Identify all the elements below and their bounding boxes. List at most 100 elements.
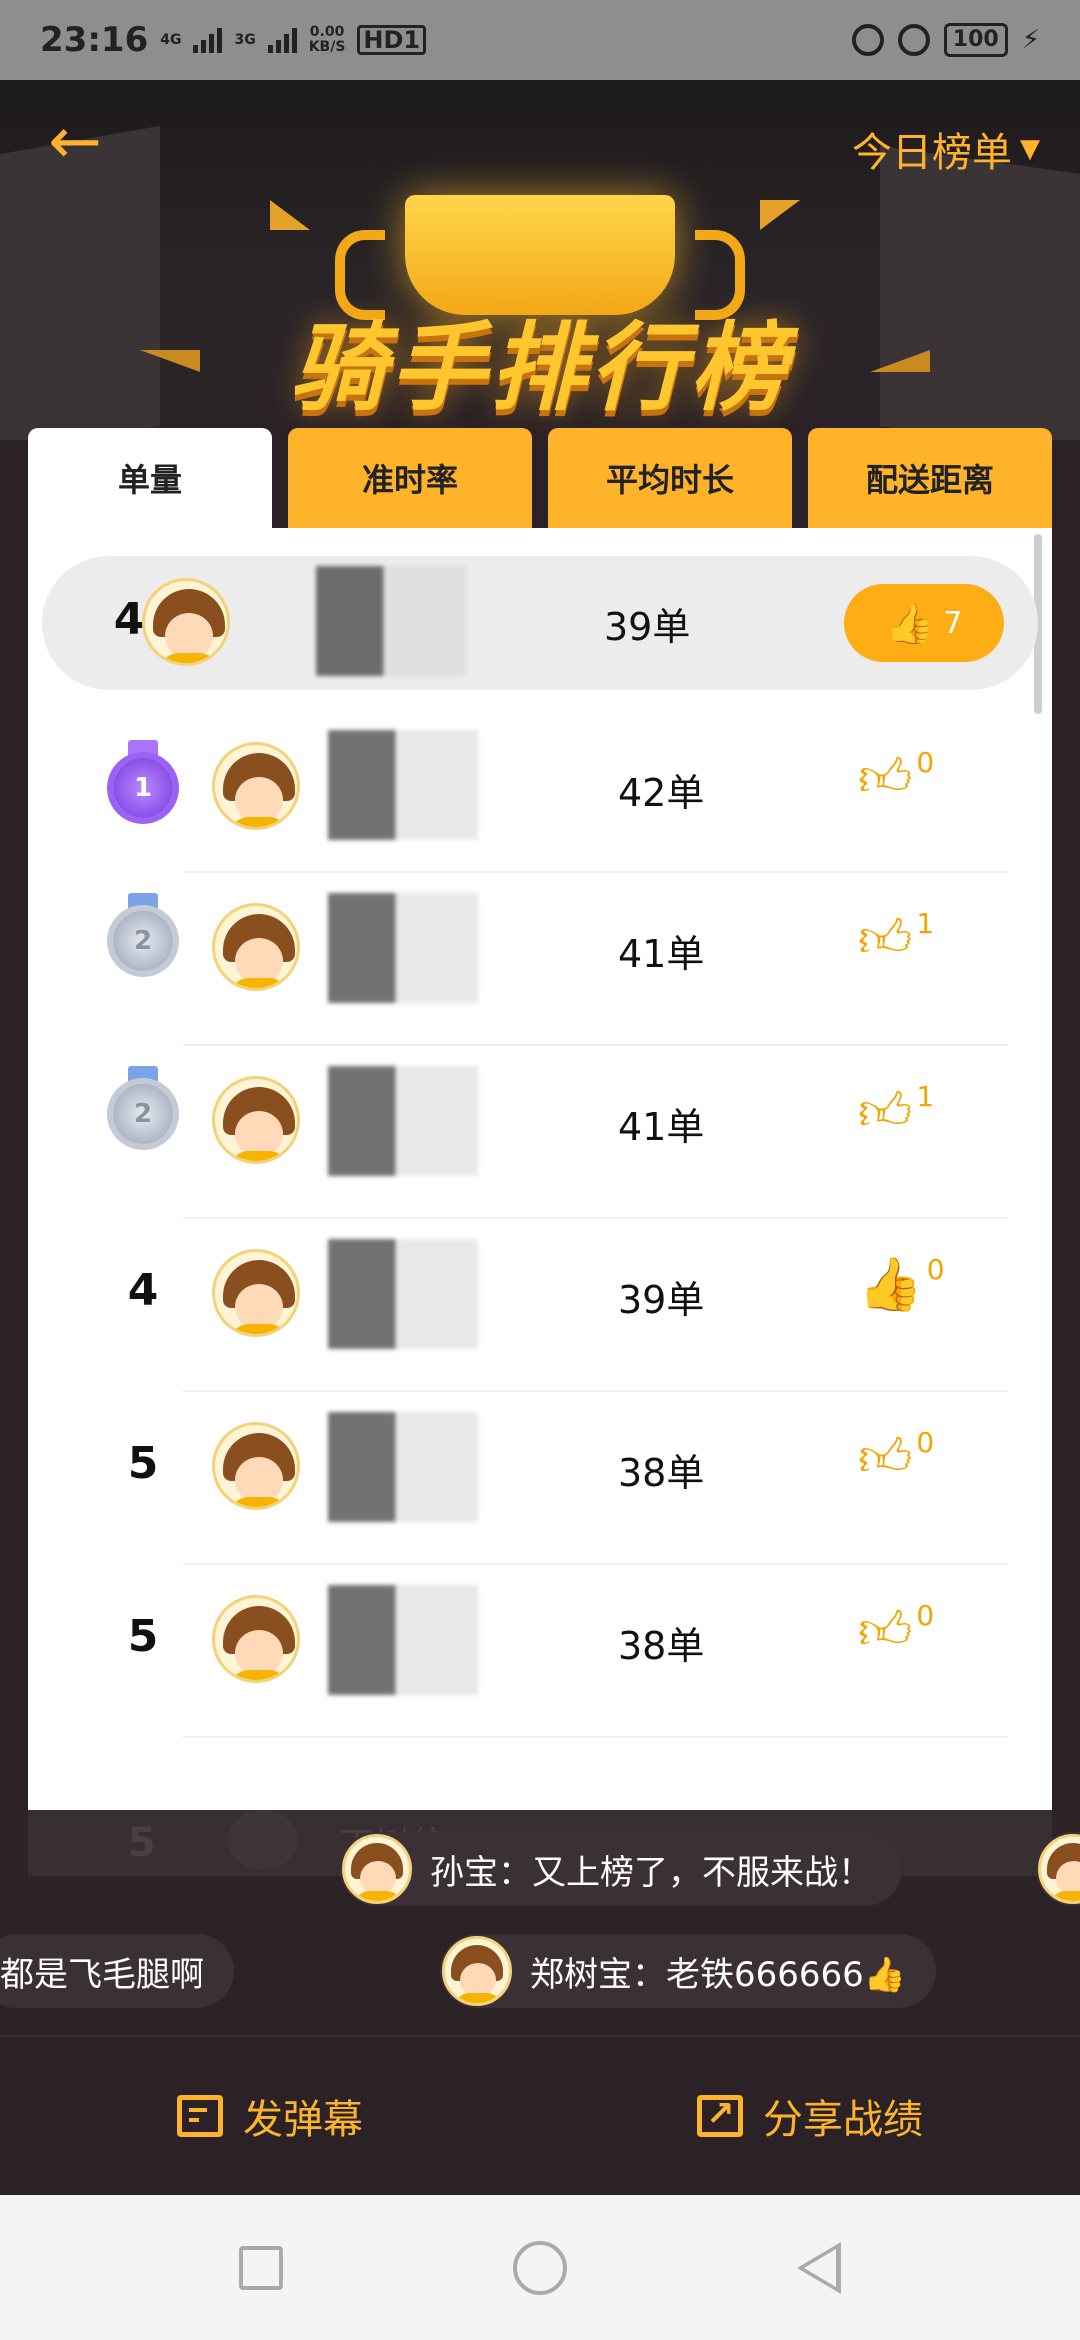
share-icon (697, 2094, 743, 2137)
list-item: 5 38单 👍︎ 0 (28, 1565, 1052, 1738)
like-button[interactable]: 👍 0 (858, 1255, 945, 1325)
rank-number: 5 (128, 1820, 156, 1866)
status-right: 100 ⚡ (851, 23, 1040, 57)
like-button[interactable]: 👍 7 (844, 584, 1004, 662)
list-item: 2 41单 👍︎ 1 (28, 1046, 1052, 1219)
medal-icon: 2 (110, 893, 176, 981)
home-button[interactable] (513, 2240, 567, 2295)
network-speed-unit: KB/S (308, 39, 346, 55)
rider-name-redacted (316, 566, 466, 676)
like-button[interactable]: 👍︎ 1 (858, 909, 934, 979)
leaderboard-header: ← 今日榜单 ▼ 骑手排行榜 (0, 80, 1080, 440)
avatar (212, 1422, 300, 1510)
danmaku-text: 孙宝：又上榜了，不服来战！ (430, 1852, 872, 1893)
danmaku-bubble: 都是飞毛腿啊 (0, 1934, 234, 2008)
avatar (342, 1834, 412, 1904)
medal-number: 1 (113, 758, 173, 818)
hd-icon: HD1 (357, 25, 427, 55)
rider-name-redacted (328, 1412, 478, 1522)
rider-name-redacted (328, 1585, 478, 1695)
charging-icon: ⚡ (1021, 25, 1040, 55)
order-count: 41单 (618, 932, 705, 976)
thumbs-up-icon: 👍 (885, 600, 936, 647)
signal-icon-2 (267, 27, 297, 53)
rider-name-redacted (328, 730, 478, 840)
danmaku-text: 都是飞毛腿啊 (0, 1954, 204, 1995)
network-speed: 0.00 KB/S (309, 25, 346, 55)
like-count: 7 (943, 605, 963, 641)
avatar (212, 1076, 300, 1164)
network-4g-label: 4G (160, 31, 182, 48)
order-count: 42单 (618, 771, 705, 815)
like-count: 1 (916, 1080, 935, 1113)
message-icon (177, 2095, 223, 2137)
avatar (228, 1810, 298, 1870)
tab-order-count[interactable]: 单量 (28, 428, 272, 528)
thumbs-up-outline-icon: 👍︎ (858, 1082, 913, 1142)
list-item: 5 38单 👍︎ 0 (28, 1392, 1052, 1565)
like-count: 0 (916, 746, 935, 779)
gold-shard (760, 200, 800, 230)
ranking-list[interactable]: 4 39单 👍 7 1 42单 👍︎ 0 2 41单 👍︎ 1 2 41单 👍︎… (28, 528, 1052, 1810)
thumbs-up-outline-icon: 👍︎ (858, 1601, 913, 1661)
system-navigation-bar (0, 2195, 1080, 2340)
like-count: 1 (916, 907, 935, 940)
order-count: 38单 (618, 1451, 705, 1495)
thumbs-up-outline-icon: 👍︎ (858, 748, 913, 808)
like-button[interactable]: 👍︎ 0 (858, 1601, 934, 1671)
recent-apps-button[interactable] (239, 2245, 283, 2290)
thumbs-up-filled-icon: 👍 (858, 1255, 923, 1315)
list-item: 4 39单 👍 0 (28, 1219, 1052, 1392)
rank-number: 5 (127, 1438, 159, 1489)
order-count: 38单 (618, 1624, 705, 1668)
medal-number: 2 (113, 911, 173, 971)
lock-icon (851, 24, 884, 56)
danmaku-bubble: 郑树宝：老铁666666👍 (440, 1934, 937, 2008)
back-button[interactable]: ← (40, 110, 110, 180)
period-label: 今日榜单 (852, 130, 1012, 176)
danmaku-bubble: 孙宝：又上榜了，不服来战！ (340, 1832, 902, 1906)
thumbs-up-outline-icon: 👍︎ (858, 1428, 913, 1488)
share-button[interactable]: 分享战绩 (540, 2087, 1080, 2145)
medal-number: 2 (113, 1084, 173, 1144)
rider-name-redacted (328, 1239, 478, 1349)
period-dropdown[interactable]: 今日榜单 ▼ (852, 120, 1040, 178)
gold-shard (270, 200, 310, 230)
like-button[interactable]: 👍︎ 1 (858, 1082, 934, 1152)
thumbs-up-outline-icon: 👍︎ (858, 909, 913, 969)
like-count: 0 (916, 1426, 935, 1459)
location-icon (897, 24, 930, 56)
like-button[interactable]: 👍︎ 0 (858, 1428, 934, 1498)
caret-down-icon: ▼ (1020, 134, 1040, 164)
like-count: 0 (916, 1599, 935, 1632)
battery-icon: 100 (943, 23, 1008, 57)
avatar (212, 1595, 300, 1683)
page-title: 骑手排行榜 (290, 312, 790, 424)
tab-on-time-rate[interactable]: 准时率 (288, 428, 532, 528)
danmaku-area: 5 丁树佳 孙宝：又上榜了，不服来战！ 都是飞毛腿啊 郑树宝：老铁666666👍 (0, 1810, 1080, 2035)
medal-icon: 1 (110, 740, 176, 828)
avatar (1038, 1834, 1080, 1904)
divider (183, 1736, 1008, 1738)
medal-icon: 2 (110, 1066, 176, 1154)
metric-tabs: 单量 准时率 平均时长 配送距离 (28, 428, 1052, 528)
tab-delivery-distance[interactable]: 配送距离 (808, 428, 1052, 528)
order-count: 39单 (604, 605, 691, 649)
action-bar: 发弹幕 分享战绩 (0, 2035, 1080, 2195)
signal-icon (193, 27, 223, 53)
danmaku-text: 郑树宝：老铁666666👍 (530, 1954, 907, 1995)
avatar (212, 1249, 300, 1337)
avatar (442, 1936, 512, 2006)
back-nav-button[interactable] (797, 2241, 841, 2294)
tab-average-duration[interactable]: 平均时长 (548, 428, 792, 528)
avatar (212, 742, 300, 830)
share-label: 分享战绩 (763, 2097, 923, 2143)
rank-number: 5 (127, 1611, 159, 1662)
network-speed-value: 0.00 (309, 24, 345, 40)
send-danmaku-label: 发弹幕 (243, 2097, 363, 2143)
send-danmaku-button[interactable]: 发弹幕 (0, 2087, 540, 2145)
status-time: 23:16 (40, 20, 149, 60)
rider-name-redacted (328, 1066, 478, 1176)
like-button[interactable]: 👍︎ 0 (858, 748, 934, 818)
avatar (142, 578, 230, 666)
